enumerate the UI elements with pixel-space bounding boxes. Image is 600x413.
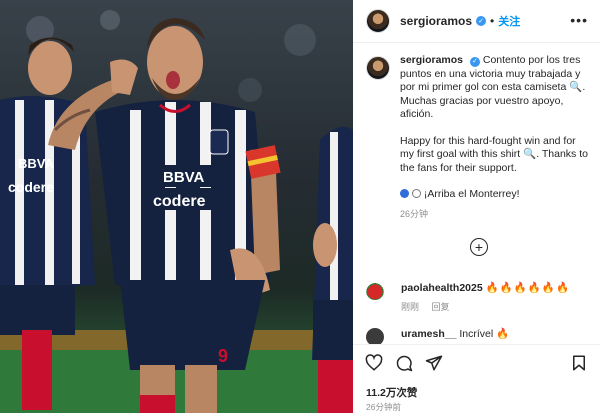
likes-count[interactable]: 11.2万次赞 bbox=[366, 385, 417, 400]
heart-icon[interactable] bbox=[365, 354, 383, 372]
caption-spanish: sergioramos ✓ Contento por los tres punt… bbox=[400, 54, 590, 122]
caption-time: 26分钟 bbox=[400, 208, 429, 219]
white-circle-icon bbox=[411, 189, 421, 198]
comment-text: Incrível bbox=[459, 328, 494, 340]
post-actions: 11.2万次赞 26分钟前 bbox=[353, 344, 600, 413]
caption-username[interactable]: sergioramos bbox=[400, 54, 463, 66]
comment-time: 刚刚 bbox=[401, 302, 420, 312]
comment-text: 🔥🔥🔥🔥🔥🔥 bbox=[485, 282, 571, 294]
header-username[interactable]: sergioramos bbox=[400, 14, 472, 28]
post-panel: sergioramos ✓ • 关注 ••• sergioramos ✓ Con… bbox=[353, 0, 600, 413]
post-photo[interactable]: BBVA codere BBVA codere 9 bbox=[0, 0, 353, 413]
blue-circle-icon bbox=[400, 189, 409, 198]
main-sponsor-top: BBVA bbox=[163, 169, 205, 186]
post-caption: sergioramos ✓ Contento por los tres punt… bbox=[366, 54, 591, 221]
post-header: sergioramos ✓ • 关注 ••• bbox=[353, 0, 600, 43]
right-player bbox=[312, 126, 353, 413]
comment-emoji: 🔥 bbox=[496, 328, 511, 340]
magnifier-emoji-icon: 🔍 bbox=[569, 81, 583, 93]
profile-avatar[interactable] bbox=[366, 9, 390, 33]
left-sponsor-bottom: codere bbox=[8, 179, 54, 195]
main-sponsor-bottom: codere bbox=[153, 193, 206, 210]
post-time: 26分钟前 bbox=[366, 402, 401, 412]
comment-username[interactable]: uramesh__ bbox=[401, 328, 456, 340]
left-sponsor-top: BBVA bbox=[18, 156, 54, 171]
comment-username[interactable]: paolahealth2025 bbox=[401, 282, 483, 294]
caption-avatar[interactable] bbox=[366, 56, 390, 80]
caption-closing-text: ¡Arriba el Monterrey! bbox=[423, 188, 520, 200]
add-circle-icon[interactable]: + bbox=[470, 238, 488, 256]
comment-item: paolahealth2025 🔥🔥🔥🔥🔥🔥 刚刚 回复 bbox=[366, 282, 570, 314]
header-separator: • bbox=[490, 14, 495, 28]
reply-button[interactable]: 回复 bbox=[432, 302, 450, 312]
comment-icon[interactable] bbox=[395, 354, 413, 372]
svg-text:9: 9 bbox=[218, 346, 228, 366]
verified-icon: ✓ bbox=[476, 16, 487, 26]
verified-icon: ✓ bbox=[469, 56, 480, 67]
caption-closing: ¡Arriba el Monterrey! bbox=[400, 188, 590, 202]
follow-button[interactable]: 关注 bbox=[498, 13, 520, 29]
share-icon[interactable] bbox=[425, 354, 443, 372]
comment-avatar[interactable] bbox=[366, 282, 384, 300]
bookmark-icon[interactable] bbox=[570, 354, 588, 372]
more-options-icon[interactable]: ••• bbox=[570, 12, 588, 28]
caption-english: Happy for this hard-fought win and for m… bbox=[400, 135, 590, 176]
post-photo-illustration: BBVA codere BBVA codere 9 bbox=[0, 10, 353, 413]
magnifier-emoji-icon: 🔍 bbox=[523, 148, 537, 160]
